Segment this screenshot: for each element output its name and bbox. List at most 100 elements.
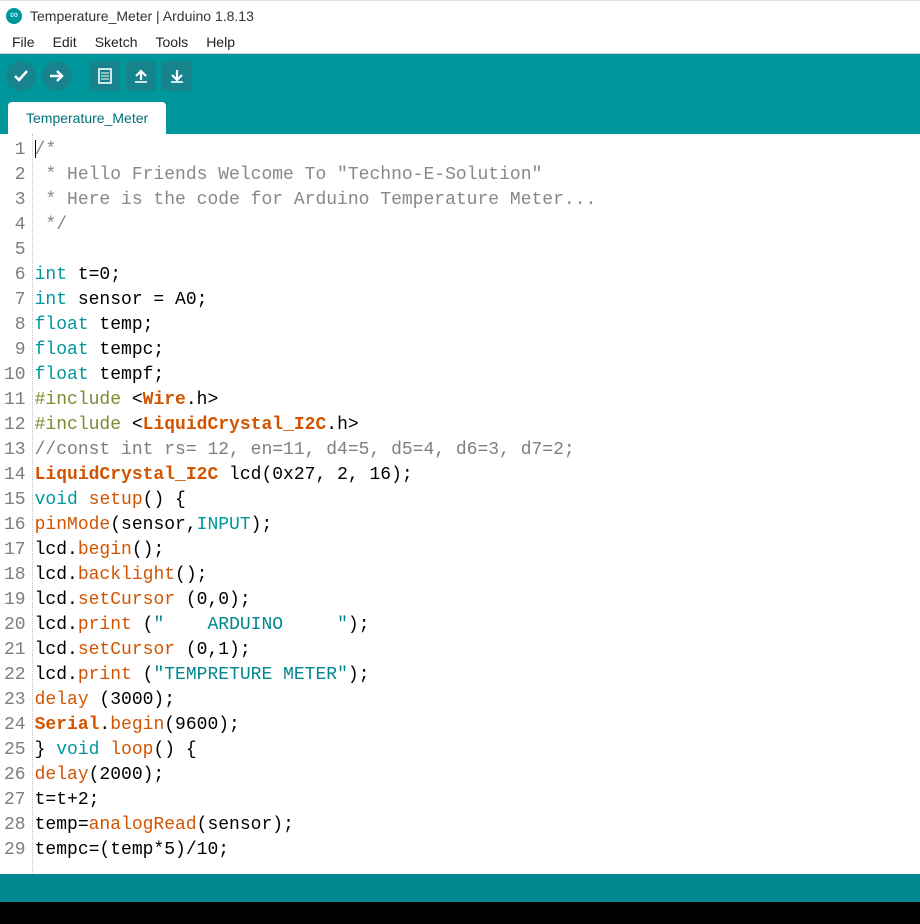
code-line[interactable]: Serial.begin(9600); — [35, 713, 597, 738]
menu-file[interactable]: File — [4, 32, 43, 52]
line-number: 10 — [4, 363, 26, 388]
code-token: LiquidCrystal_I2C — [35, 465, 219, 485]
code-token: (sensor); — [197, 815, 294, 835]
menubar: File Edit Sketch Tools Help — [0, 30, 920, 54]
code-line[interactable]: delay(2000); — [35, 763, 597, 788]
console-area — [0, 902, 920, 924]
code-line[interactable]: t=t+2; — [35, 788, 597, 813]
line-number: 2 — [4, 163, 26, 188]
code-line[interactable]: pinMode(sensor,INPUT); — [35, 513, 597, 538]
code-line[interactable]: } void loop() { — [35, 738, 597, 763]
code-token: setCursor — [78, 590, 175, 610]
code-line[interactable]: float tempc; — [35, 338, 597, 363]
line-number: 21 — [4, 638, 26, 663]
code-line[interactable]: */ — [35, 213, 597, 238]
code-token: < — [132, 415, 143, 435]
tabstrip: Temperature_Meter — [0, 98, 920, 134]
line-number: 23 — [4, 688, 26, 713]
menu-sketch[interactable]: Sketch — [87, 32, 146, 52]
code-line[interactable]: tempc=(temp*5)/10; — [35, 838, 597, 863]
code-token: setup — [89, 490, 143, 510]
code-token: tempf; — [89, 365, 165, 385]
line-number: 14 — [4, 463, 26, 488]
code-token: ( — [132, 665, 154, 685]
code-token: begin — [78, 540, 132, 560]
line-number-gutter: 1234567891011121314151617181920212223242… — [0, 134, 33, 874]
code-token: lcd. — [35, 590, 78, 610]
line-number: 1 — [4, 138, 26, 163]
code-token: t=t+2; — [35, 790, 100, 810]
code-token: int — [35, 265, 67, 285]
code-line[interactable]: #include <Wire.h> — [35, 388, 597, 413]
code-line[interactable]: lcd.setCursor (0,1); — [35, 638, 597, 663]
code-token: setCursor — [78, 640, 175, 660]
code-line[interactable]: /* — [35, 138, 597, 163]
code-line[interactable]: lcd.setCursor (0,0); — [35, 588, 597, 613]
code-line[interactable]: lcd.print (" ARDUINO "); — [35, 613, 597, 638]
code-token: lcd. — [35, 540, 78, 560]
open-button[interactable] — [126, 61, 156, 91]
code-line[interactable]: lcd.print ("TEMPRETURE METER"); — [35, 663, 597, 688]
code-token: . — [99, 715, 110, 735]
code-token: "TEMPRETURE METER" — [153, 665, 347, 685]
line-number: 12 — [4, 413, 26, 438]
arrow-up-icon — [132, 67, 150, 85]
code-line[interactable]: //const int rs= 12, en=11, d4=5, d5=4, d… — [35, 438, 597, 463]
code-token: #include — [35, 415, 132, 435]
code-token: temp; — [89, 315, 154, 335]
new-file-icon — [96, 67, 114, 85]
code-token: print — [78, 665, 132, 685]
code-token — [99, 740, 110, 760]
code-line[interactable]: * Hello Friends Welcome To "Techno-E-Sol… — [35, 163, 597, 188]
code-line[interactable]: float temp; — [35, 313, 597, 338]
code-line[interactable]: int t=0; — [35, 263, 597, 288]
editor[interactable]: 1234567891011121314151617181920212223242… — [0, 134, 920, 874]
code-token: float — [35, 315, 89, 335]
code-token: (sensor, — [110, 515, 196, 535]
line-number: 27 — [4, 788, 26, 813]
code-line[interactable]: float tempf; — [35, 363, 597, 388]
code-token: backlight — [78, 565, 175, 585]
code-token: Wire — [143, 390, 186, 410]
code-line[interactable]: void setup() { — [35, 488, 597, 513]
toolbar — [0, 54, 920, 98]
code-line[interactable] — [35, 238, 597, 263]
verify-button[interactable] — [6, 61, 36, 91]
menu-edit[interactable]: Edit — [45, 32, 85, 52]
line-number: 29 — [4, 838, 26, 863]
code-line[interactable]: LiquidCrystal_I2C lcd(0x27, 2, 16); — [35, 463, 597, 488]
new-button[interactable] — [90, 61, 120, 91]
menu-tools[interactable]: Tools — [148, 32, 197, 52]
line-number: 26 — [4, 763, 26, 788]
code-area[interactable]: /* * Hello Friends Welcome To "Techno-E-… — [33, 134, 597, 874]
line-number: 13 — [4, 438, 26, 463]
line-number: 3 — [4, 188, 26, 213]
code-line[interactable]: lcd.begin(); — [35, 538, 597, 563]
code-token: //const int rs= 12, en=11, d4=5, d5=4, d… — [35, 440, 575, 460]
line-number: 8 — [4, 313, 26, 338]
code-line[interactable]: * Here is the code for Arduino Temperatu… — [35, 188, 597, 213]
code-line[interactable]: temp=analogRead(sensor); — [35, 813, 597, 838]
save-button[interactable] — [162, 61, 192, 91]
code-token: (0,1); — [175, 640, 251, 660]
code-token: void — [35, 490, 78, 510]
menu-help[interactable]: Help — [198, 32, 243, 52]
code-token: float — [35, 340, 89, 360]
code-token: INPUT — [197, 515, 251, 535]
code-token: () { — [143, 490, 186, 510]
code-token — [78, 490, 89, 510]
line-number: 25 — [4, 738, 26, 763]
upload-button[interactable] — [42, 61, 72, 91]
code-line[interactable]: int sensor = A0; — [35, 288, 597, 313]
code-line[interactable]: #include <LiquidCrystal_I2C.h> — [35, 413, 597, 438]
line-number: 20 — [4, 613, 26, 638]
code-token: delay — [35, 690, 89, 710]
code-token: * Hello Friends Welcome To "Techno-E-Sol… — [35, 165, 543, 185]
code-token: lcd. — [35, 665, 78, 685]
code-line[interactable]: delay (3000); — [35, 688, 597, 713]
tab-sketch[interactable]: Temperature_Meter — [8, 102, 166, 134]
line-number: 9 — [4, 338, 26, 363]
code-token: (0,0); — [175, 590, 251, 610]
code-token: * Here is the code for Arduino Temperatu… — [35, 190, 597, 210]
code-line[interactable]: lcd.backlight(); — [35, 563, 597, 588]
